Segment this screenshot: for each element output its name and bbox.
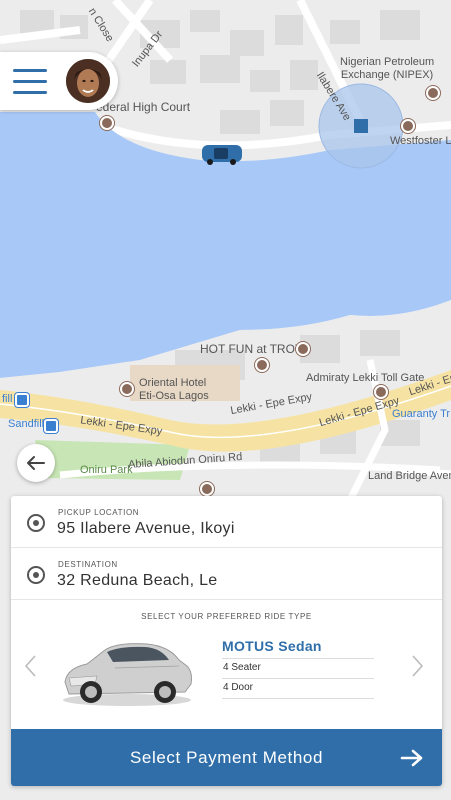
ride-seats: 4 Seater: [223, 662, 261, 673]
map-label-place: Oriental Hotel Eti-Osa Lagos: [139, 377, 209, 402]
toll-place-icon[interactable]: [374, 385, 388, 399]
oriental-hotel-place-icon[interactable]: [120, 382, 134, 396]
ride-type-name[interactable]: MOTUS Sedan: [222, 638, 322, 654]
pickup-location-label: PICKUP LOCATION: [58, 508, 140, 517]
map-label-park: Oniru Park: [80, 464, 133, 476]
divider: [222, 698, 374, 699]
select-payment-method-button[interactable]: Select Payment Method: [11, 729, 442, 786]
arrow-right-icon: [400, 749, 423, 767]
payment-button-label: Select Payment Method: [129, 747, 324, 767]
arrow-left-icon: [27, 456, 45, 470]
menu-line: [13, 79, 47, 83]
ride-type-title: SELECT YOUR PREFERRED RIDE TYPE: [141, 612, 312, 621]
admiraty-place-icon[interactable]: [255, 358, 269, 372]
map-label-place: Admiraty Lekki Toll Gate: [306, 372, 425, 384]
nipex-place-icon[interactable]: [426, 86, 440, 100]
hot-fun-place-icon[interactable]: [296, 342, 310, 356]
next-ride-chevron-right-icon[interactable]: [409, 654, 425, 678]
divider: [222, 658, 374, 659]
pickup-location-icon: [27, 514, 45, 532]
ride-type-selector: SELECT YOUR PREFERRED RIDE TYPE MOTUS Se…: [11, 602, 442, 728]
map-label-place: Westfoster L: [390, 135, 451, 147]
destination-location-icon: [27, 566, 45, 584]
ride-doors: 4 Door: [223, 682, 254, 693]
map-label-place: fill: [2, 393, 13, 405]
back-button[interactable]: [17, 444, 55, 482]
federal-high-court-place-icon[interactable]: [100, 116, 114, 130]
westfoster-place-icon[interactable]: [401, 119, 415, 133]
sedan-car-image: [57, 632, 195, 708]
menu-line: [13, 90, 47, 94]
avatar-image: [66, 59, 110, 103]
sandfill-transit-icon[interactable]: [15, 393, 29, 407]
user-avatar[interactable]: [66, 59, 110, 103]
user-menu-pill: [0, 52, 118, 110]
previous-ride-chevron-left-icon[interactable]: [23, 654, 39, 678]
divider: [222, 678, 374, 679]
destination-value[interactable]: 32 Reduna Beach, Le: [57, 572, 218, 590]
map-label-place: ederal High Court: [96, 100, 191, 114]
map-label-road: Land Bridge Avenue: [368, 470, 451, 482]
destination-row[interactable]: DESTINATION 32 Reduna Beach, Le: [11, 548, 442, 600]
place-icon[interactable]: [200, 482, 214, 496]
map-label-place: Nigerian Petroleum Exchange (NIPEX): [340, 56, 435, 81]
map-label-place: Guaranty Tr: [392, 408, 451, 420]
pickup-location-row[interactable]: PICKUP LOCATION 95 Ilabere Avenue, Ikoyi: [11, 496, 442, 548]
sandfill-transit-icon-2[interactable]: [44, 419, 58, 433]
hamburger-menu-icon[interactable]: [0, 52, 54, 110]
map-label-place: HOT FUN at TROY: [200, 342, 303, 356]
ride-booking-card: PICKUP LOCATION 95 Ilabere Avenue, Ikoyi…: [11, 496, 442, 786]
menu-line: [13, 68, 47, 72]
pickup-location-value[interactable]: 95 Ilabere Avenue, Ikoyi: [57, 520, 235, 538]
map-label-place: Sandfill: [8, 418, 45, 430]
destination-label: DESTINATION: [58, 560, 118, 569]
